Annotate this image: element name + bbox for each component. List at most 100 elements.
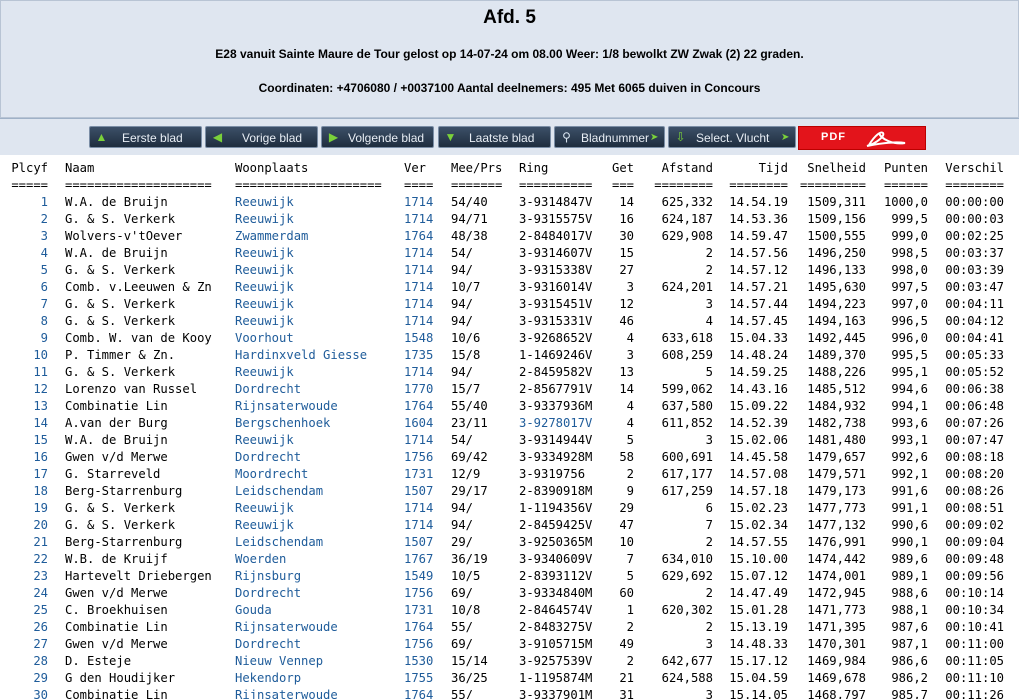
cell-woonplaats[interactable]: Zwammerdam bbox=[235, 228, 308, 245]
cell-plcyf[interactable]: 26 bbox=[33, 619, 48, 636]
cell-plcyf[interactable]: 15 bbox=[33, 432, 48, 449]
last-page-button[interactable]: ▼ Laatste blad bbox=[438, 126, 551, 148]
cell-ver[interactable]: 1764 bbox=[404, 687, 433, 699]
cell-woonplaats[interactable]: Reeuwijk bbox=[235, 194, 294, 211]
cell-ver[interactable]: 1714 bbox=[404, 262, 433, 279]
cell-woonplaats[interactable]: Rijnsaterwoude bbox=[235, 687, 338, 699]
cell-woonplaats[interactable]: Hekendorp bbox=[235, 670, 301, 687]
cell-woonplaats[interactable]: Rijnsaterwoude bbox=[235, 398, 338, 415]
cell-plcyf[interactable]: 1 bbox=[41, 194, 48, 211]
cell-plcyf[interactable]: 16 bbox=[33, 449, 48, 466]
cell-woonplaats[interactable]: Reeuwijk bbox=[235, 279, 294, 296]
cell-plcyf[interactable]: 4 bbox=[41, 245, 48, 262]
cell-ver[interactable]: 1604 bbox=[404, 415, 433, 432]
next-page-button[interactable]: ▶ Volgende blad bbox=[321, 126, 434, 148]
cell-snelheid: 1496,250 bbox=[807, 246, 866, 260]
first-page-button[interactable]: ▲ Eerste blad bbox=[89, 126, 202, 148]
cell-woonplaats[interactable]: Hardinxveld Giesse bbox=[235, 347, 367, 364]
cell-ver[interactable]: 1714 bbox=[404, 245, 433, 262]
cell-plcyf[interactable]: 27 bbox=[33, 636, 48, 653]
cell-plcyf[interactable]: 6 bbox=[41, 279, 48, 296]
cell-ver[interactable]: 1755 bbox=[404, 670, 433, 687]
cell-plcyf[interactable]: 7 bbox=[41, 296, 48, 313]
cell-ver[interactable]: 1731 bbox=[404, 466, 433, 483]
cell-ver[interactable]: 1731 bbox=[404, 602, 433, 619]
cell-plcyf[interactable]: 22 bbox=[33, 551, 48, 568]
cell-ver[interactable]: 1756 bbox=[404, 449, 433, 466]
cell-woonplaats[interactable]: Voorhout bbox=[235, 330, 294, 347]
cell-plcyf[interactable]: 10 bbox=[33, 347, 48, 364]
cell-plcyf[interactable]: 3 bbox=[41, 228, 48, 245]
cell-ver[interactable]: 1770 bbox=[404, 381, 433, 398]
cell-woonplaats[interactable]: Dordrecht bbox=[235, 381, 301, 398]
cell-plcyf[interactable]: 13 bbox=[33, 398, 48, 415]
cell-ver[interactable]: 1714 bbox=[404, 517, 433, 534]
cell-ver[interactable]: 1714 bbox=[404, 194, 433, 211]
cell-woonplaats[interactable]: Dordrecht bbox=[235, 636, 301, 653]
cell-ver[interactable]: 1548 bbox=[404, 330, 433, 347]
cell-ver[interactable]: 1764 bbox=[404, 398, 433, 415]
cell-woonplaats[interactable]: Nieuw Vennep bbox=[235, 653, 323, 670]
cell-plcyf[interactable]: 12 bbox=[33, 381, 48, 398]
cell-woonplaats[interactable]: Gouda bbox=[235, 602, 272, 619]
cell-woonplaats[interactable]: Leidschendam bbox=[235, 534, 323, 551]
cell-ver[interactable]: 1767 bbox=[404, 551, 433, 568]
cell-ver[interactable]: 1735 bbox=[404, 347, 433, 364]
cell-plcyf[interactable]: 20 bbox=[33, 517, 48, 534]
cell-woonplaats[interactable]: Bergschenhoek bbox=[235, 415, 330, 432]
cell-woonplaats[interactable]: Reeuwijk bbox=[235, 296, 294, 313]
cell-woonplaats[interactable]: Leidschendam bbox=[235, 483, 323, 500]
cell-plcyf[interactable]: 5 bbox=[41, 262, 48, 279]
cell-ver[interactable]: 1764 bbox=[404, 619, 433, 636]
cell-woonplaats[interactable]: Reeuwijk bbox=[235, 245, 294, 262]
cell-woonplaats[interactable]: Reeuwijk bbox=[235, 211, 294, 228]
cell-plcyf[interactable]: 30 bbox=[33, 687, 48, 699]
cell-ver[interactable]: 1714 bbox=[404, 296, 433, 313]
cell-plcyf[interactable]: 11 bbox=[33, 364, 48, 381]
cell-woonplaats[interactable]: Rijnsaterwoude bbox=[235, 619, 338, 636]
select-flight-button[interactable]: ⇩ Select. Vlucht ➤ bbox=[668, 126, 796, 148]
cell-ver[interactable]: 1764 bbox=[404, 228, 433, 245]
cell-ver[interactable]: 1714 bbox=[404, 211, 433, 228]
cell-plcyf[interactable]: 14 bbox=[33, 415, 48, 432]
cell-ver[interactable]: 1507 bbox=[404, 534, 433, 551]
cell-woonplaats[interactable]: Reeuwijk bbox=[235, 364, 294, 381]
last-page-label: Laatste blad bbox=[469, 131, 535, 145]
cell-plcyf[interactable]: 2 bbox=[41, 211, 48, 228]
cell-plcyf[interactable]: 21 bbox=[33, 534, 48, 551]
cell-woonplaats[interactable]: Reeuwijk bbox=[235, 432, 294, 449]
cell-plcyf[interactable]: 18 bbox=[33, 483, 48, 500]
cell-woonplaats[interactable]: Reeuwijk bbox=[235, 313, 294, 330]
cell-woonplaats[interactable]: Dordrecht bbox=[235, 449, 301, 466]
cell-woonplaats[interactable]: Moordrecht bbox=[235, 466, 308, 483]
cell-ver[interactable]: 1530 bbox=[404, 653, 433, 670]
cell-woonplaats[interactable]: Rijnsburg bbox=[235, 568, 301, 585]
page-number-button[interactable]: ⚲ Bladnummer ➤ bbox=[554, 126, 665, 148]
cell-woonplaats[interactable]: Reeuwijk bbox=[235, 262, 294, 279]
cell-plcyf[interactable]: 23 bbox=[33, 568, 48, 585]
cell-plcyf[interactable]: 9 bbox=[41, 330, 48, 347]
cell-ver[interactable]: 1507 bbox=[404, 483, 433, 500]
cell-plcyf[interactable]: 8 bbox=[41, 313, 48, 330]
cell-ver[interactable]: 1549 bbox=[404, 568, 433, 585]
cell-woonplaats[interactable]: Reeuwijk bbox=[235, 517, 294, 534]
cell-plcyf[interactable]: 17 bbox=[33, 466, 48, 483]
cell-ver[interactable]: 1756 bbox=[404, 636, 433, 653]
cell-plcyf[interactable]: 28 bbox=[33, 653, 48, 670]
cell-plcyf[interactable]: 19 bbox=[33, 500, 48, 517]
cell-plcyf[interactable]: 29 bbox=[33, 670, 48, 687]
cell-plcyf[interactable]: 24 bbox=[33, 585, 48, 602]
cell-plcyf[interactable]: 25 bbox=[33, 602, 48, 619]
cell-get: 16 bbox=[619, 212, 634, 226]
cell-ver[interactable]: 1714 bbox=[404, 364, 433, 381]
cell-woonplaats[interactable]: Woerden bbox=[235, 551, 286, 568]
cell-woonplaats[interactable]: Dordrecht bbox=[235, 585, 301, 602]
cell-ver[interactable]: 1714 bbox=[404, 313, 433, 330]
cell-ver[interactable]: 1756 bbox=[404, 585, 433, 602]
cell-ver[interactable]: 1714 bbox=[404, 500, 433, 517]
cell-woonplaats[interactable]: Reeuwijk bbox=[235, 500, 294, 517]
cell-ver[interactable]: 1714 bbox=[404, 432, 433, 449]
pdf-button[interactable]: PDF bbox=[798, 126, 926, 150]
cell-ver[interactable]: 1714 bbox=[404, 279, 433, 296]
previous-page-button[interactable]: ◀ Vorige blad bbox=[205, 126, 318, 148]
